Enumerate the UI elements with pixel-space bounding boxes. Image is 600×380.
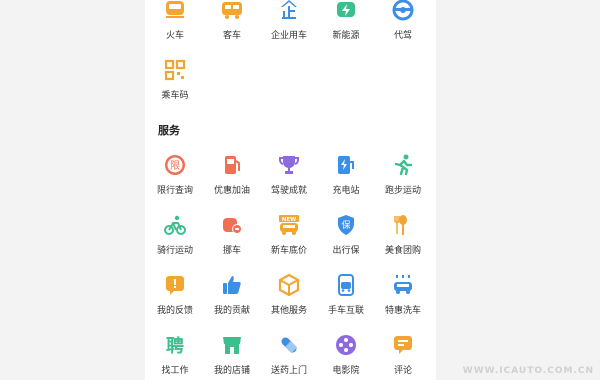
move-car-icon <box>223 218 242 234</box>
thumbs-up-icon <box>223 276 241 294</box>
running-icon <box>394 154 413 176</box>
grid-item-label: 我的反馈 <box>156 306 193 316</box>
grid-item-driving-achievement[interactable]: 驾驶成就 <box>260 153 318 196</box>
grid-item-my-feedback[interactable]: 我的反馈 <box>146 273 204 316</box>
other-services-icon <box>278 273 300 297</box>
train-icon <box>166 1 184 18</box>
grid-item-label: 新能源 <box>332 31 360 41</box>
grid-item-enterprise[interactable]: 企业用车 <box>260 0 318 41</box>
grid-item-my-contribution[interactable]: 我的贡献 <box>203 273 261 316</box>
grid-item-label: 找工作 <box>161 366 189 376</box>
grid-item-label: 特惠洗车 <box>384 306 421 316</box>
grid-item-label: 企业用车 <box>270 31 307 41</box>
grid-item-move-car[interactable]: 挪车 <box>203 213 261 256</box>
grid-item-new-car-price[interactable]: NEW 新车底价 <box>260 213 318 256</box>
grid-item-car-wash-deals[interactable]: 特惠洗车 <box>374 273 432 316</box>
cycling-icon <box>164 215 186 235</box>
grid-item-charging-station[interactable]: 充电站 <box>317 153 375 196</box>
grid-item-running[interactable]: 跑步运动 <box>374 153 432 196</box>
restriction-icon: 限 <box>165 155 185 175</box>
comment-icon <box>394 336 412 354</box>
grid-item-phone-car-link[interactable]: 手车互联 <box>317 273 375 316</box>
store-icon <box>223 337 241 354</box>
svg-text:限: 限 <box>170 160 180 172</box>
grid-item-find-job[interactable]: 聘 找工作 <box>146 333 204 376</box>
grid-item-label: 电影院 <box>332 366 360 376</box>
grid-item-bus[interactable]: 客车 <box>203 0 261 41</box>
grid-item-label: 驾驶成就 <box>270 186 307 196</box>
grid-item-label: 我的贡献 <box>213 306 250 316</box>
bus-icon <box>222 2 242 19</box>
fuel-pump-icon <box>225 156 240 174</box>
grid-item-label: 客车 <box>222 31 241 41</box>
phone-car-icon <box>338 274 354 296</box>
grid-item-label: 出行保 <box>332 246 360 256</box>
medicine-icon <box>281 337 298 354</box>
watermark: WWW.ICAUTO.COM.CN <box>462 366 594 376</box>
grid-item-comment[interactable]: 评论 <box>374 333 432 376</box>
grid-item-designated-driver[interactable]: 代驾 <box>374 0 432 41</box>
new-energy-icon <box>337 2 355 17</box>
grid-item-label: 乘车码 <box>161 91 189 101</box>
film-icon <box>336 335 356 355</box>
svg-text:NEW: NEW <box>282 217 296 223</box>
grid-item-label: 骑行运动 <box>156 246 193 256</box>
grid-item-label: 代驾 <box>393 31 412 41</box>
grid-item-travel-insurance[interactable]: 保 出行保 <box>317 213 375 256</box>
trophy-icon <box>279 156 299 174</box>
grid-item-cycling[interactable]: 骑行运动 <box>146 213 204 256</box>
steering-wheel-icon <box>392 0 414 21</box>
grid-item-label: 充电站 <box>332 186 360 196</box>
grid-item-label: 我的店铺 <box>213 366 250 376</box>
grid-item-other-services[interactable]: 其他服务 <box>260 273 318 316</box>
grid-item-ride-code[interactable]: 乘车码 <box>146 58 204 101</box>
grid-item-label: 火车 <box>165 31 184 41</box>
grid-item-label: 送药上门 <box>270 366 307 376</box>
grid-item-label: 挪车 <box>222 246 241 256</box>
grid-item-label: 新车底价 <box>270 246 307 256</box>
section-title-services: 服务 <box>158 124 180 137</box>
svg-text:保: 保 <box>341 219 350 231</box>
job-icon: 聘 <box>166 335 184 357</box>
grid-item-label: 限行查询 <box>156 186 193 196</box>
enterprise-icon <box>281 0 297 19</box>
grid-item-cinema[interactable]: 电影院 <box>317 333 375 376</box>
grid-item-label: 评论 <box>393 366 412 376</box>
grid-item-label: 优惠加油 <box>213 186 250 196</box>
grid-item-new-energy[interactable]: 新能源 <box>317 0 375 41</box>
grid-item-train[interactable]: 火车 <box>146 0 204 41</box>
new-car-price-icon: NEW <box>279 215 299 235</box>
svg-text:聘: 聘 <box>166 335 184 357</box>
insurance-icon: 保 <box>338 215 354 235</box>
grid-item-my-store[interactable]: 我的店铺 <box>203 333 261 376</box>
grid-item-label: 跑步运动 <box>384 186 421 196</box>
services-panel: 火车 客车 企业用车 新能源 代驾 乘车码 服务 限 限行查询 优惠加油 驾驶成… <box>145 0 436 380</box>
grid-item-restriction-query[interactable]: 限 限行查询 <box>146 153 204 196</box>
food-icon <box>394 215 407 235</box>
grid-item-label: 美食团购 <box>384 246 421 256</box>
feedback-icon <box>166 276 184 295</box>
grid-item-discount-fuel[interactable]: 优惠加油 <box>203 153 261 196</box>
grid-item-medicine-delivery[interactable]: 送药上门 <box>260 333 318 376</box>
car-wash-icon <box>394 275 412 294</box>
charging-station-icon <box>338 156 354 174</box>
grid-item-food-deals[interactable]: 美食团购 <box>374 213 432 256</box>
qr-code-icon <box>164 59 186 81</box>
grid-item-label: 手车互联 <box>327 306 364 316</box>
grid-item-label: 其他服务 <box>270 306 307 316</box>
